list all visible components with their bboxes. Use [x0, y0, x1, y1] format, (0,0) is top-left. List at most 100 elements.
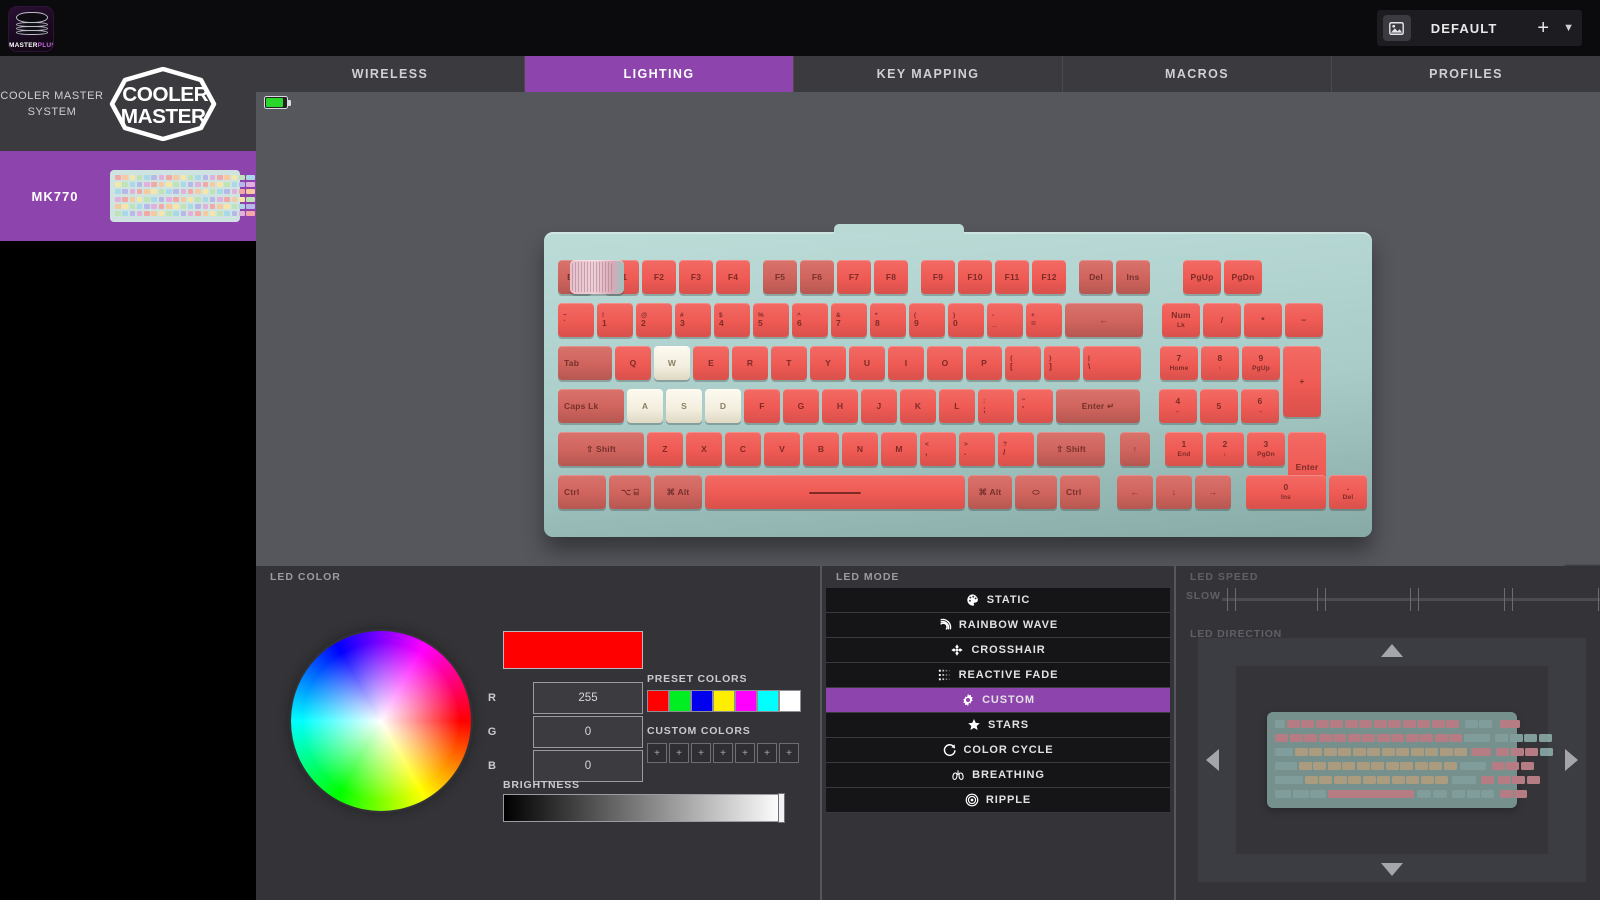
keyboard-key-a[interactable]: A [627, 389, 663, 423]
keyboard-key-[interactable]: <, [920, 432, 956, 466]
keyboard-key-g[interactable]: G [783, 389, 819, 423]
red-input[interactable]: 255 [533, 682, 643, 714]
keyboard-key-6[interactable]: ^6 [792, 303, 828, 337]
keyboard-key-p[interactable]: P [966, 346, 1002, 380]
keyboard-key-[interactable]: ← [1117, 475, 1153, 509]
keyboard-key-tab[interactable]: Tab [558, 346, 612, 380]
led-mode-item-static[interactable]: STATIC [826, 588, 1170, 613]
keyboard-key-f7[interactable]: F7 [837, 260, 871, 294]
keyboard-key-o[interactable]: O [927, 346, 963, 380]
keyboard-key-m[interactable]: M [881, 432, 917, 466]
keyboard-key-[interactable]: ⬭ [1015, 475, 1057, 509]
keyboard-key-r[interactable]: R [732, 346, 768, 380]
preset-color-swatch[interactable] [757, 690, 779, 712]
keyboard-key-n[interactable]: N [842, 432, 878, 466]
add-profile-button[interactable]: + [1533, 18, 1553, 38]
keyboard-key-7[interactable]: &7 [831, 303, 867, 337]
keyboard-key-f4[interactable]: F4 [716, 260, 750, 294]
tab-wireless[interactable]: WIRELESS [256, 56, 525, 92]
keyboard-key-[interactable]: ↓ [1156, 475, 1192, 509]
keyboard-key-w[interactable]: W [654, 346, 690, 380]
keyboard-key-[interactable]: {[ [1005, 346, 1041, 380]
keyboard-key-i[interactable]: I [888, 346, 924, 380]
keyboard-key-x[interactable]: X [686, 432, 722, 466]
keyboard-key-shift[interactable]: ⇧ Shift [558, 432, 644, 466]
keyboard-key-alt[interactable]: ⌘ Alt [968, 475, 1012, 509]
led-mode-item-reactive-fade[interactable]: REACTIVE FADE [826, 663, 1170, 688]
profile-image-button[interactable] [1383, 15, 1411, 41]
custom-color-slot[interactable]: + [713, 743, 733, 763]
keyboard-key-f3[interactable]: F3 [679, 260, 713, 294]
keyboard-key-[interactable]: / [1203, 303, 1241, 337]
keyboard-key-f10[interactable]: F10 [958, 260, 992, 294]
keyboard-key-z[interactable]: Z [647, 432, 683, 466]
blue-input[interactable]: 0 [533, 750, 643, 782]
keyboard-key-c[interactable]: C [725, 432, 761, 466]
led-mode-item-crosshair[interactable]: CROSSHAIR [826, 638, 1170, 663]
led-mode-item-stars[interactable]: STARS [826, 713, 1170, 738]
preset-color-swatch[interactable] [713, 690, 735, 712]
custom-color-slot[interactable]: + [647, 743, 667, 763]
keyboard-key-t[interactable]: T [771, 346, 807, 380]
custom-color-slot[interactable]: + [691, 743, 711, 763]
keyboard-key-f6[interactable]: F6 [800, 260, 834, 294]
preset-color-swatch[interactable] [735, 690, 757, 712]
keyboard-key-v[interactable]: V [764, 432, 800, 466]
volume-knob[interactable] [570, 260, 624, 294]
up-arrow-icon[interactable] [1381, 644, 1403, 657]
keyboard-key-[interactable]: }] [1044, 346, 1080, 380]
keyboard-key-3[interactable]: 3PgDn [1247, 432, 1285, 466]
keyboard-key-5[interactable]: %5 [753, 303, 789, 337]
keyboard-key-enter[interactable]: Enter ↵ [1056, 389, 1140, 423]
keyboard-key-[interactable]: ← [1065, 303, 1143, 337]
keyboard-key-l[interactable]: L [939, 389, 975, 423]
keyboard-key-5[interactable]: 5 [1200, 389, 1238, 423]
custom-color-slot[interactable]: + [779, 743, 799, 763]
keyboard-key-d[interactable]: D [705, 389, 741, 423]
keyboard-key-b[interactable]: B [803, 432, 839, 466]
keyboard-key-[interactable]: -_ [987, 303, 1023, 337]
keyboard-key-2[interactable]: @2 [636, 303, 672, 337]
profile-selector[interactable]: DEFAULT + ▼ [1377, 10, 1582, 46]
keyboard-key-u[interactable]: U [849, 346, 885, 380]
led-mode-item-ripple[interactable]: RIPPLE [826, 788, 1170, 813]
led-mode-item-color-cycle[interactable]: COLOR CYCLE [826, 738, 1170, 763]
keyboard-key-[interactable]: ↑ [1120, 432, 1150, 466]
keyboard-key-pgup[interactable]: PgUp [1183, 260, 1221, 294]
keyboard-key-f8[interactable]: F8 [874, 260, 908, 294]
keyboard-key-[interactable]: :; [978, 389, 1014, 423]
keyboard-key-[interactable]: >. [959, 432, 995, 466]
keyboard-key-1[interactable]: 1End [1165, 432, 1203, 466]
keyboard-key-[interactable]: ⌥ ⌸ [609, 475, 651, 509]
led-mode-item-rainbow-wave[interactable]: RAINBOW WAVE [826, 613, 1170, 638]
keyboard-key-h[interactable]: H [822, 389, 858, 423]
keyboard-key-del[interactable]: Del [1079, 260, 1113, 294]
keyboard-key-4[interactable]: 4← [1159, 389, 1197, 423]
tab-macros[interactable]: MACROS [1063, 56, 1332, 92]
left-arrow-icon[interactable] [1206, 749, 1219, 771]
color-wheel[interactable] [291, 631, 471, 811]
keyboard-key-1[interactable]: !1 [597, 303, 633, 337]
keyboard-key-[interactable]: ~` [558, 303, 594, 337]
keyboard-key-8[interactable]: 8↑ [1201, 346, 1239, 380]
keyboard-key-[interactable]: "' [1017, 389, 1053, 423]
keyboard-key-4[interactable]: $4 [714, 303, 750, 337]
keyboard-key-s[interactable]: S [666, 389, 702, 423]
sidebar-item-mk770[interactable]: MK770 [0, 151, 256, 241]
keyboard-key-[interactable]: → [1195, 475, 1231, 509]
custom-color-slot[interactable]: + [757, 743, 777, 763]
keyboard-key-3[interactable]: #3 [675, 303, 711, 337]
keyboard-key-f9[interactable]: F9 [921, 260, 955, 294]
keyboard-key-[interactable]: |\ [1083, 346, 1141, 380]
right-arrow-icon[interactable] [1565, 749, 1578, 771]
preset-color-swatch[interactable] [779, 690, 801, 712]
down-arrow-icon[interactable] [1381, 863, 1403, 876]
keyboard-key-8[interactable]: *8 [870, 303, 906, 337]
keyboard-key-shift[interactable]: ⇧ Shift [1037, 432, 1105, 466]
keyboard-key-[interactable]: += [1026, 303, 1062, 337]
keyboard-key-[interactable]: − [1285, 303, 1323, 337]
keyboard-key-f11[interactable]: F11 [995, 260, 1029, 294]
keyboard-key-space[interactable] [705, 475, 965, 509]
keyboard-key-[interactable]: * [1244, 303, 1282, 337]
preset-color-swatch[interactable] [691, 690, 713, 712]
